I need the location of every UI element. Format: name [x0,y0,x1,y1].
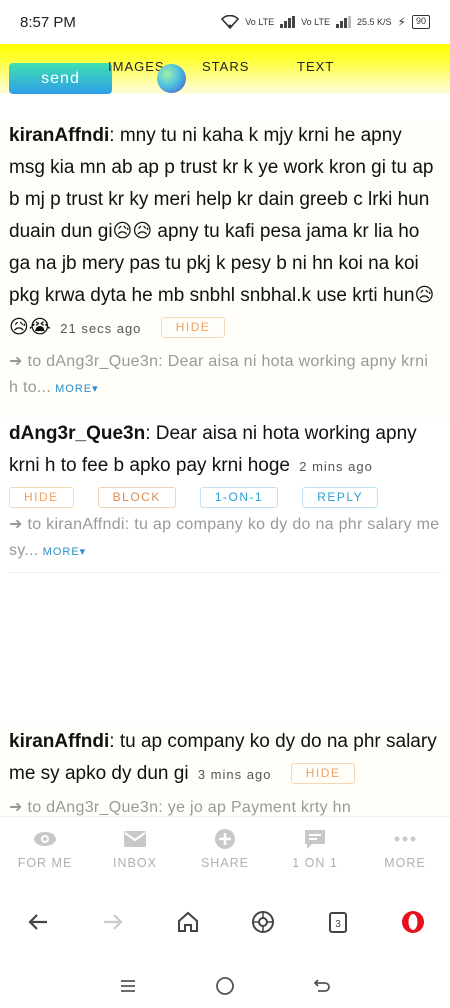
hide-button[interactable]: HIDE [160,317,226,338]
timestamp: 3 mins ago [197,767,272,782]
divider [9,572,441,573]
speed-dial-icon[interactable] [250,909,276,935]
nav-1on1[interactable]: 1 ON 1 [270,817,360,880]
status-icons: Vo LTE Vo LTE 25.5 K/S ⚡ 90 [221,15,430,29]
nav-label: INBOX [113,855,157,870]
username-link[interactable]: dAng3r_Que3n [9,423,145,444]
net-speed: 25.5 K/S [357,17,392,27]
nav-share[interactable]: SHARE [180,817,270,880]
message-body: kiranAffndi: mny tu ni kaha k mjy krni h… [9,120,441,345]
home-icon[interactable] [175,909,201,935]
hide-button[interactable]: HIDE [290,763,356,784]
message-body: dAng3r_Que3n: Dear aisa ni hota working … [9,418,441,483]
nav-more[interactable]: MORE [360,817,450,880]
more-link[interactable]: MORE▾ [43,546,87,558]
tabs-icon[interactable]: 3 [325,909,351,935]
message-item: kiranAffndi: mny tu ni kaha k mjy krni h… [0,120,450,418]
globe-icon[interactable] [157,64,186,93]
timestamp: 2 mins ago [299,459,373,474]
opera-logo-icon[interactable] [400,909,426,935]
timestamp: 21 secs ago [60,321,142,336]
mail-icon [124,830,146,847]
send-button[interactable]: send [9,63,112,94]
network-label-1: Vo LTE [245,17,275,27]
status-bar: 8:57 PM Vo LTE Vo LTE 25.5 K/S ⚡ 90 [0,0,450,44]
signal-icon [280,16,296,28]
plus-circle-icon [215,828,235,849]
reply-preview[interactable]: ➜ to dAng3r_Que3n: ye jo ap Payment krty… [9,795,441,816]
signal-icon-2 [336,16,352,28]
dots-icon [394,836,416,841]
message-text: : mny tu ni kaha k mjy krni he apny msg … [9,125,435,338]
eye-icon [34,831,56,846]
reply-preview[interactable]: ➜ to dAng3r_Que3n: Dear aisa ni hota wor… [9,349,441,402]
top-bar: send IMAGES STARS TEXT [0,44,450,94]
back-arrow-icon[interactable] [25,909,51,935]
recent-apps-icon[interactable] [118,976,138,996]
message-body: kiranAffndi: tu ap company ko dy do na p… [9,726,441,791]
tab-stars[interactable]: STARS [202,59,249,74]
network-label-2: Vo LTE [301,17,331,27]
browser-toolbar: 3 [0,880,450,964]
chat-bubble-icon [305,829,325,849]
one-on-one-button[interactable]: 1-ON-1 [199,487,279,508]
message-actions: HIDE BLOCK 1-ON-1 REPLY [9,487,441,508]
home-circle-icon[interactable] [215,976,235,996]
nav-label: MORE [384,855,426,870]
message-feed[interactable]: kiranAffndi: mny tu ni kaha k mjy krni h… [0,94,450,816]
nav-label: 1 ON 1 [292,855,338,870]
username-link[interactable]: kiranAffndi [9,731,109,752]
more-link[interactable]: MORE▾ [55,383,99,395]
bottom-nav: FOR ME INBOX SHARE 1 ON 1 MORE [0,816,450,880]
message-item: dAng3r_Que3n: Dear aisa ni hota working … [0,418,450,578]
message-item: kiranAffndi: tu ap company ko dy do na p… [0,726,450,816]
reply-text: ➜ to dAng3r_Que3n: ye jo ap Payment krty… [9,799,352,816]
nav-inbox[interactable]: INBOX [90,817,180,880]
username-link[interactable]: kiranAffndi [9,125,109,146]
block-button[interactable]: BLOCK [97,487,176,508]
wifi-icon [221,15,240,29]
clock: 8:57 PM [20,13,76,31]
reply-preview[interactable]: ➜ to kiranAffndi: tu ap company ko dy do… [9,512,441,565]
reply-button[interactable]: REPLY [302,487,379,508]
nav-label: FOR ME [17,855,73,870]
system-nav [0,964,450,1008]
battery-icon: 90 [411,15,430,29]
tabs-count: 3 [335,919,341,930]
system-back-icon[interactable] [312,976,332,996]
charging-icon: ⚡ [397,15,406,29]
tab-text[interactable]: TEXT [297,59,334,74]
tab-images[interactable]: IMAGES [108,59,165,74]
nav-label: SHARE [200,855,250,870]
nav-for-me[interactable]: FOR ME [0,817,90,880]
hide-button[interactable]: HIDE [9,487,74,508]
forward-arrow-icon[interactable] [100,909,126,935]
